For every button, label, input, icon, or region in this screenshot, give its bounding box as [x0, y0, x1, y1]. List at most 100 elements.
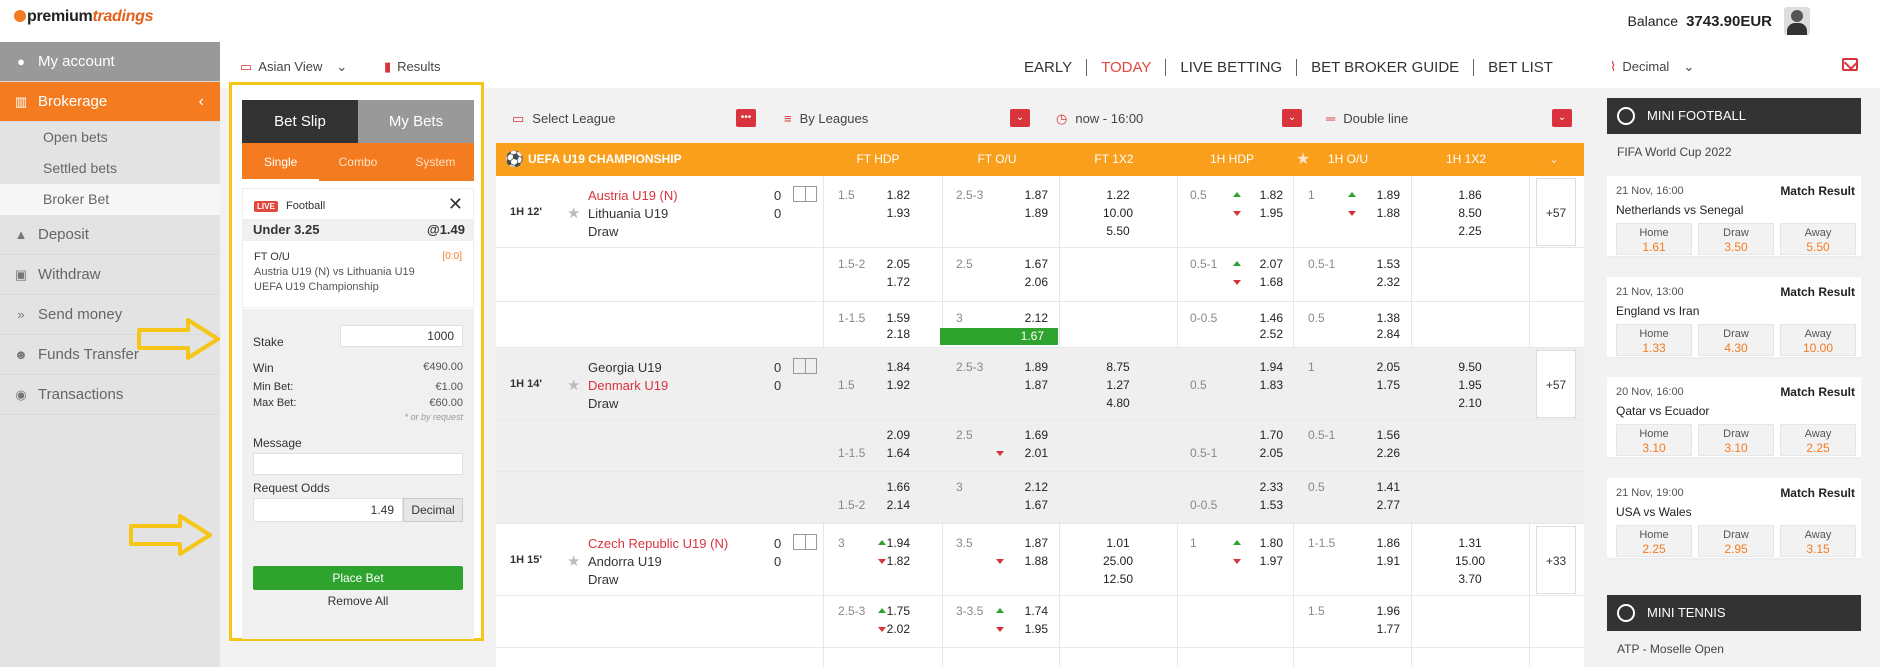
odds-cell[interactable]: 1.59	[870, 311, 910, 325]
odds-cell[interactable]: 2.33	[1243, 480, 1283, 494]
odds-cell[interactable]: 2.10	[1440, 396, 1500, 410]
odds-cell[interactable]: 1.66	[870, 480, 910, 494]
odds-cell[interactable]: 2.01	[1008, 446, 1048, 460]
odds-cell[interactable]: 2.26	[1360, 446, 1400, 460]
mini-tennis-header[interactable]: MINI TENNIS	[1607, 595, 1861, 631]
odds-cell[interactable]: 1.89	[1008, 206, 1048, 220]
odds-cell[interactable]: 1.95	[1008, 622, 1048, 636]
home-odds-button[interactable]: Home 3.10	[1616, 424, 1692, 456]
odds-cell[interactable]: 1.53	[1360, 257, 1400, 271]
odds-cell[interactable]: 1.68	[1243, 275, 1283, 289]
odds-cell[interactable]: 2.05	[870, 257, 910, 271]
odds-cell[interactable]: 2.05	[1243, 446, 1283, 460]
sort-dropdown[interactable]: ≡ By Leagues	[784, 111, 868, 126]
odds-cell[interactable]: 1.31	[1440, 536, 1500, 550]
odds-cell[interactable]: 1.64	[870, 446, 910, 460]
odds-cell[interactable]: 2.07	[1243, 257, 1283, 271]
pitch-icon[interactable]	[793, 186, 817, 202]
away-odds-button[interactable]: Away 3.15	[1780, 525, 1856, 557]
odds-cell[interactable]: 1.87	[1008, 188, 1048, 202]
odds-cell[interactable]: 2.18	[870, 327, 910, 341]
odds-cell[interactable]: 1.96	[1360, 604, 1400, 618]
draw-odds-button[interactable]: Draw 4.30	[1698, 324, 1774, 356]
odds-cell[interactable]: 1.75	[1360, 378, 1400, 392]
selected-odds-cell[interactable]: 1.67	[940, 328, 1058, 345]
asian-view-dropdown[interactable]: ▭ Asian View ⌄	[240, 59, 347, 75]
tab-combo[interactable]: Combo	[319, 143, 396, 181]
mini-football-header[interactable]: MINI FOOTBALL	[1607, 98, 1861, 134]
away-team[interactable]: Denmark U19	[588, 378, 668, 393]
odds-cell[interactable]: 1.75	[870, 604, 910, 618]
odds-cell[interactable]: 1.87	[1008, 536, 1048, 550]
odds-cell[interactable]: 15.00	[1440, 554, 1500, 568]
odds-cell[interactable]: 1.94	[870, 536, 910, 550]
home-team[interactable]: Austria U19 (N)	[588, 188, 678, 203]
odds-cell[interactable]: 1.74	[1008, 604, 1048, 618]
odds-cell[interactable]: 1.70	[1243, 428, 1283, 442]
odds-cell[interactable]: 9.50	[1440, 360, 1500, 374]
draw-odds-button[interactable]: Draw 3.10	[1698, 424, 1774, 456]
more-markets-button[interactable]: +33	[1536, 526, 1576, 594]
tab-bet-slip[interactable]: Bet Slip	[242, 100, 358, 143]
odds-cell[interactable]: 1.88	[1008, 554, 1048, 568]
odds-cell[interactable]: 1.89	[1360, 188, 1400, 202]
odds-cell[interactable]: 1.86	[1440, 188, 1500, 202]
chevron-down-icon[interactable]: ⌄	[1552, 109, 1572, 127]
odds-cell[interactable]: 2.77	[1360, 498, 1400, 512]
odds-cell[interactable]: 1.92	[870, 378, 910, 392]
request-odds-format[interactable]: Decimal	[403, 498, 463, 522]
odds-cell[interactable]: 2.09	[870, 428, 910, 442]
odds-cell[interactable]: 1.82	[870, 554, 910, 568]
chevron-down-icon[interactable]: ⌄	[1010, 109, 1030, 127]
select-league-dropdown[interactable]: ▭ Select League	[512, 111, 615, 127]
chevron-down-icon[interactable]: ⌄	[1529, 152, 1579, 166]
home-odds-button[interactable]: Home 1.61	[1616, 223, 1692, 255]
odds-cell[interactable]: 8.75	[1088, 360, 1148, 374]
odds-cell[interactable]: 1.83	[1243, 378, 1283, 392]
star-icon[interactable]: ★	[567, 204, 580, 222]
sidebar-sub-settled-bets[interactable]: Settled bets	[0, 153, 220, 184]
nav-bet-broker-guide[interactable]: BET BROKER GUIDE	[1297, 59, 1475, 76]
tab-single[interactable]: Single	[242, 143, 320, 181]
odds-cell[interactable]: 1.77	[1360, 622, 1400, 636]
odds-cell[interactable]: 1.56	[1360, 428, 1400, 442]
draw-odds-button[interactable]: Draw 2.95	[1698, 525, 1774, 557]
close-icon[interactable]: ✕	[448, 194, 463, 215]
odds-cell[interactable]: 1.84	[870, 360, 910, 374]
time-range-dropdown[interactable]: ◷ now - 16:00	[1056, 111, 1143, 127]
odds-cell[interactable]: 1.72	[870, 275, 910, 289]
odds-format-dropdown[interactable]: ⌇ Decimal ⌄	[1610, 59, 1694, 75]
place-bet-button[interactable]: Place Bet	[253, 566, 463, 590]
sidebar-item-deposit[interactable]: ▲ Deposit	[0, 215, 220, 255]
odds-cell[interactable]: 1.87	[1008, 378, 1048, 392]
odds-cell[interactable]: 1.95	[1440, 378, 1500, 392]
odds-cell[interactable]: 1.46	[1243, 311, 1283, 325]
odds-cell[interactable]: 1.80	[1243, 536, 1283, 550]
odds-cell[interactable]: 1.94	[1243, 360, 1283, 374]
odds-cell[interactable]: 8.50	[1440, 206, 1500, 220]
away-odds-button[interactable]: Away 2.25	[1780, 424, 1856, 456]
odds-cell[interactable]: 2.12	[1008, 480, 1048, 494]
odds-cell[interactable]: 2.84	[1360, 327, 1400, 341]
odds-cell[interactable]: 2.05	[1360, 360, 1400, 374]
odds-cell[interactable]: 1.97	[1243, 554, 1283, 568]
more-markets-button[interactable]: +57	[1536, 350, 1576, 418]
odds-cell[interactable]: 2.06	[1008, 275, 1048, 289]
sidebar-sub-broker-bet[interactable]: Broker Bet	[0, 184, 220, 215]
pitch-icon[interactable]	[793, 534, 817, 550]
odds-cell[interactable]: 4.80	[1088, 396, 1148, 410]
odds-cell[interactable]: 1.67	[1008, 498, 1048, 512]
more-markets-button[interactable]: +57	[1536, 178, 1576, 246]
odds-cell[interactable]: 1.82	[870, 188, 910, 202]
home-team[interactable]: Czech Republic U19 (N)	[588, 536, 728, 551]
sidebar-item-brokerage[interactable]: ▥ Brokerage ‹	[0, 82, 220, 122]
home-odds-button[interactable]: Home 2.25	[1616, 525, 1692, 557]
odds-cell[interactable]: 2.02	[870, 622, 910, 636]
star-icon[interactable]: ★	[567, 376, 580, 394]
tab-system[interactable]: System	[397, 143, 474, 181]
away-odds-button[interactable]: Away 5.50	[1780, 223, 1856, 255]
odds-cell[interactable]: 1.91	[1360, 554, 1400, 568]
odds-cell[interactable]: 1.22	[1088, 188, 1148, 202]
request-odds-input[interactable]: 1.49	[253, 498, 403, 522]
odds-cell[interactable]: 1.88	[1360, 206, 1400, 220]
